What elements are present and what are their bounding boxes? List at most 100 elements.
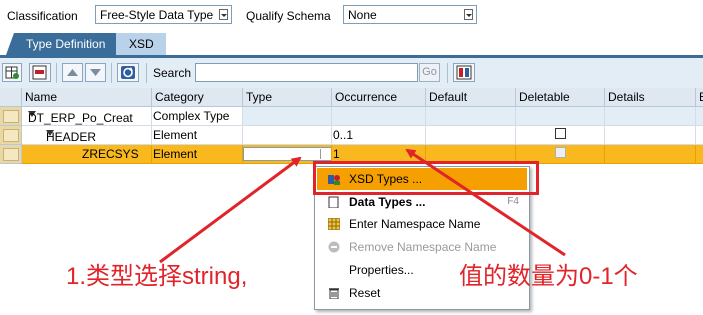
menu-item-label: Reset: [349, 286, 381, 300]
column-header-deletable[interactable]: Deletable: [516, 88, 605, 107]
search-label: Search: [153, 66, 192, 80]
extra-cell: [696, 107, 703, 126]
column-layout-icon: [456, 65, 472, 80]
menu-item-label: Enter Namespace Name: [349, 217, 481, 231]
value-help-icon[interactable]: [320, 149, 330, 159]
arrow-up-icon: [67, 69, 78, 76]
remove-namespace-icon: [328, 241, 340, 253]
tab-type-definition[interactable]: Type Definition: [6, 33, 116, 55]
extra-cell: [696, 145, 703, 164]
default-cell[interactable]: [426, 107, 516, 126]
occurrence-value: 0..1: [333, 128, 354, 142]
header-label: Category: [155, 90, 204, 104]
row-selector[interactable]: [0, 126, 22, 145]
occurrence-cell[interactable]: [332, 107, 426, 126]
annotation-note-type: 1.类型选择string,: [66, 263, 248, 290]
node-name: HEADER: [46, 130, 97, 144]
category-value: Element: [153, 128, 198, 142]
tab-label: XSD: [129, 37, 154, 51]
menu-item-label: Remove Namespace Name: [349, 240, 497, 254]
separator: [111, 63, 112, 83]
insert-row-icon: [5, 66, 19, 79]
type-input[interactable]: [243, 147, 331, 161]
deletable-checkbox: [555, 147, 566, 158]
refresh-button[interactable]: [117, 63, 139, 82]
classification-select[interactable]: Free-Style Data Type: [95, 5, 232, 24]
column-header-occurrence[interactable]: Occurrence: [332, 88, 426, 107]
table-row[interactable]: DT_ERP_Po_Creat Complex Type: [0, 107, 703, 126]
qualify-schema-label: Qualify Schema: [246, 9, 331, 23]
row-selector[interactable]: [0, 145, 22, 164]
details-cell[interactable]: [605, 107, 696, 126]
details-cell[interactable]: [605, 145, 696, 164]
menu-item-shortcut: F4: [507, 196, 519, 207]
trash-icon: [329, 288, 339, 299]
header-label: Deletable: [519, 90, 570, 104]
menu-item-label: Data Types ...: [349, 195, 426, 209]
menu-item-enter-namespace[interactable]: Enter Namespace Name: [317, 213, 527, 235]
table-row[interactable]: HEADER Element 0..1: [0, 126, 703, 145]
deletable-checkbox[interactable]: [555, 128, 566, 139]
column-header-category[interactable]: Category: [152, 88, 243, 107]
name-cell[interactable]: HEADER: [22, 126, 152, 145]
column-header-name[interactable]: Name: [22, 88, 152, 107]
go-button[interactable]: Go: [419, 63, 440, 82]
annotation-note-occurrence: 值的数量为0-1个: [459, 263, 638, 290]
top-bar: Classification Free-Style Data Type Qual…: [0, 0, 703, 33]
node-name: DT_ERP_Po_Creat: [28, 111, 133, 125]
dropdown-icon[interactable]: [464, 9, 473, 20]
dropdown-icon[interactable]: [219, 9, 228, 20]
header-label: Details: [608, 90, 645, 104]
separator: [56, 63, 57, 83]
deletable-cell: [516, 126, 605, 145]
type-cell[interactable]: [243, 107, 332, 126]
delete-row-button[interactable]: [29, 63, 51, 82]
column-header-default[interactable]: Default: [426, 88, 516, 107]
separator: [447, 63, 448, 83]
name-cell[interactable]: DT_ERP_Po_Creat: [22, 107, 152, 126]
annotation-highlight-box: [313, 161, 539, 195]
menu-item-label: Properties...: [349, 263, 414, 277]
column-settings-button[interactable]: [453, 63, 475, 82]
insert-row-button[interactable]: [2, 63, 22, 82]
column-header-extra[interactable]: E: [696, 88, 703, 107]
header-label: Name: [25, 90, 58, 104]
toolbar: Search Go: [0, 58, 703, 89]
details-cell[interactable]: [605, 126, 696, 145]
classification-label: Classification: [7, 9, 78, 23]
search-input[interactable]: [195, 63, 418, 82]
category-value: Complex Type: [153, 109, 230, 123]
row-selector[interactable]: [0, 107, 22, 126]
menu-item-remove-namespace: Remove Namespace Name: [317, 236, 527, 258]
occurrence-cell[interactable]: 0..1: [332, 126, 426, 145]
header-label: E: [699, 90, 703, 104]
annotation-arrow-left: [159, 156, 302, 264]
move-down-button[interactable]: [85, 63, 106, 82]
move-up-button[interactable]: [62, 63, 83, 82]
header-label: Type: [246, 90, 273, 104]
tab-strip: Type Definition XSD: [0, 33, 703, 58]
qualify-schema-select[interactable]: None: [343, 5, 477, 24]
namespace-icon: [328, 218, 340, 230]
tab-label: Type Definition: [26, 37, 106, 51]
delete-row-icon: [32, 65, 47, 80]
column-header-details[interactable]: Details: [605, 88, 696, 107]
category-cell: Element: [152, 145, 243, 164]
header-label: Default: [429, 90, 468, 104]
tab-xsd[interactable]: XSD: [116, 33, 166, 55]
category-cell: Element: [152, 126, 243, 145]
header-label: Occurrence: [335, 90, 398, 104]
row-selector-header[interactable]: [0, 88, 22, 107]
name-cell[interactable]: ZRECSYS: [22, 145, 152, 164]
data-types-icon: [328, 196, 339, 208]
category-cell: Complex Type: [152, 107, 243, 126]
column-header-type[interactable]: Type: [243, 88, 332, 107]
arrow-down-icon: [90, 69, 101, 76]
default-cell[interactable]: [426, 126, 516, 145]
qualify-schema-value: None: [348, 8, 377, 22]
node-name: ZRECSYS: [82, 147, 139, 161]
type-cell[interactable]: [243, 126, 332, 145]
extra-cell: [696, 126, 703, 145]
deletable-cell: [516, 107, 605, 126]
occurrence-value: 1: [333, 147, 340, 161]
